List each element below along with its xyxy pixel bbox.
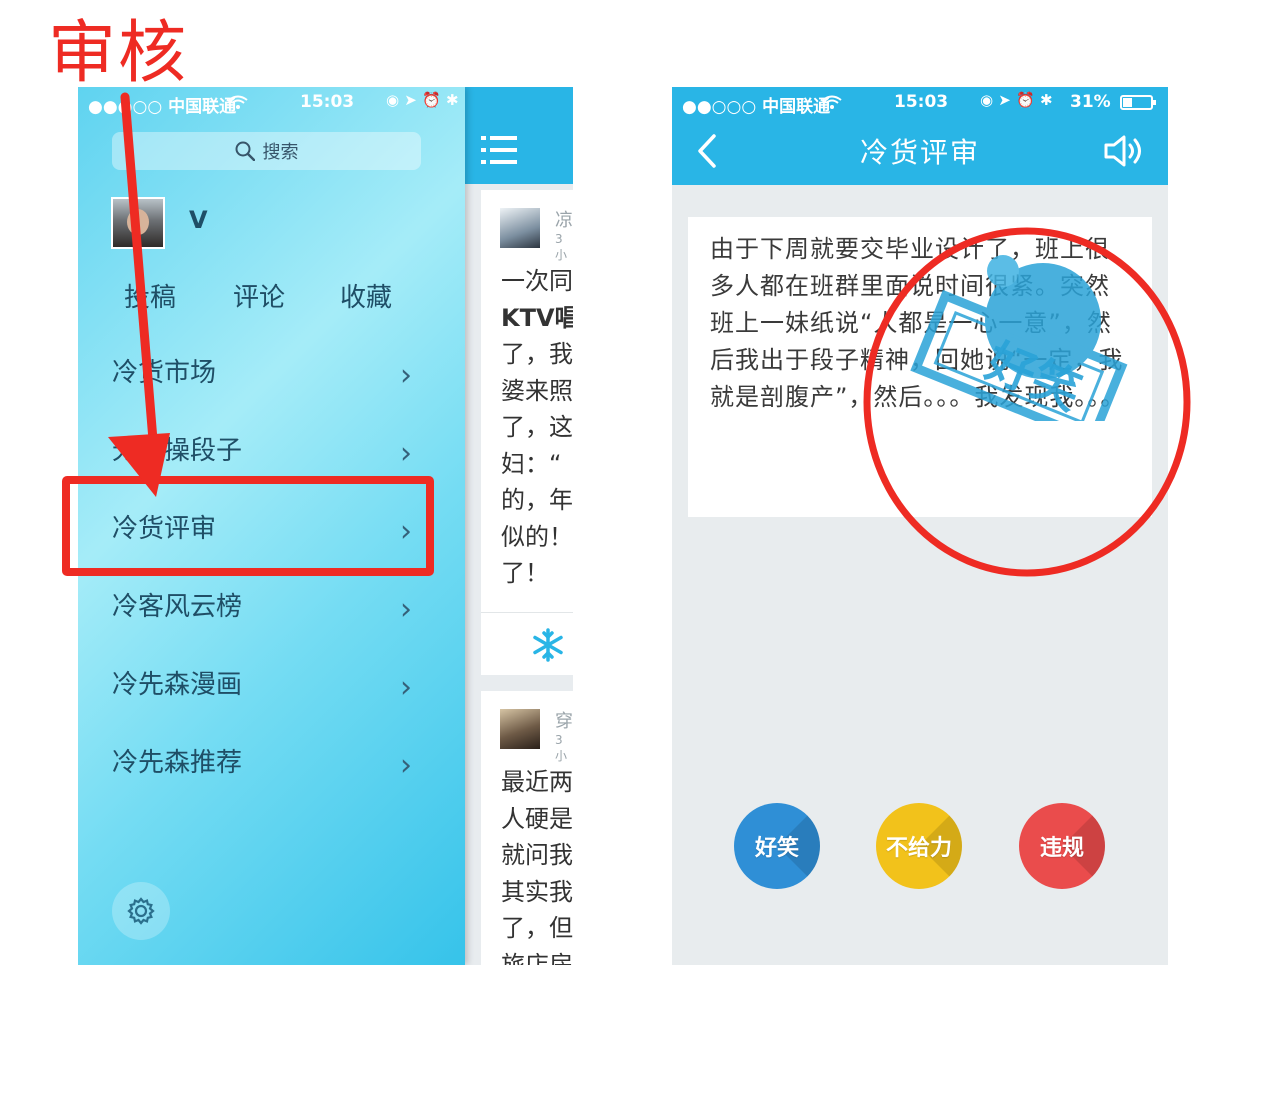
feed-line: 婆来照 [501,376,573,405]
menu-item-label: 冷先森漫画 [112,670,243,700]
menu-item-label: 无节操段子 [112,436,243,466]
stat-comments[interactable]: 评论 [233,277,285,314]
feed-line: 了，我 [501,340,573,368]
avatar[interactable] [111,197,165,249]
menu-item-comics[interactable]: 冷先森漫画 › [112,664,412,724]
menu-list-icon[interactable] [481,134,517,166]
chevron-right-icon: › [400,670,412,705]
stat-submissions[interactable]: 投稿 [124,277,176,314]
status-carrier: ●●○○○ 中国联通 [682,97,831,117]
violation-button[interactable]: 违规 [1019,803,1105,889]
menu-item-leaderboard[interactable]: 冷客风云榜 › [112,586,412,646]
feed-time: 3小 [555,733,568,763]
feed-time: 3小 [555,232,568,262]
violation-button-label: 违规 [1039,836,1084,861]
status-battery-text: 31% [1070,92,1111,112]
feed-line: 了，这 [501,413,573,441]
status-time: 15:03 [894,92,949,112]
chevron-right-icon: › [400,592,412,627]
menu-item-label: 冷先森推荐 [112,748,243,778]
feed-divider [481,612,573,613]
speaker-icon[interactable] [1103,134,1147,168]
search-bar[interactable]: 搜索 [112,132,421,170]
menu-item-cold-market[interactable]: 冷货市场 › [112,352,412,412]
feed-line: 妇：“ [501,449,562,478]
gear-icon [127,897,155,925]
wifi-icon [822,95,842,109]
status-icons: ◉ ➤ ⏰ ✱ [980,91,1053,109]
user-name[interactable]: V [189,206,208,234]
status-carrier: ●●●○○ 中国联通 [88,97,237,117]
status-time: 15:03 [300,92,355,112]
search-placeholder: 搜索 [262,142,299,163]
annotation-title: 审核 [48,14,189,93]
feed-line: 了！ [501,559,549,587]
feed-avatar[interactable] [500,709,540,749]
feed-line: 一次同 [501,267,573,295]
feed-line: 其实我 [501,877,573,906]
wifi-icon [228,95,248,109]
feed-line: 似的！ [501,522,573,551]
status-battery-fragment [551,87,573,109]
page-title: 冷货评审 [859,136,980,169]
funny-button[interactable]: 好笑 [734,803,820,889]
feed-line: 最近两 [501,768,573,796]
feed-card[interactable]: 穿 3小 最近两 人硬是 就问我 其实我 了，但 旅店房 [481,691,573,965]
feed-avatar[interactable] [500,208,540,248]
menu-item-recommend[interactable]: 冷先森推荐 › [112,742,412,802]
feed-line: 人硬是 [501,804,573,833]
settings-button[interactable] [112,882,170,940]
stat-favorites[interactable]: 收藏 [340,277,392,314]
feed-card[interactable]: 凉 3小 一次同 KTV唱 了，我 婆来照 了，这 妇：“ 的，年 似的！ 了！ [481,190,573,675]
feed-author: 凉 [555,210,573,231]
chevron-right-icon: › [400,748,412,783]
not-funny-button-label: 不给力 [885,836,952,861]
chevron-right-icon: › [400,436,412,471]
menu-item-label: 冷货市场 [112,358,217,388]
menu-item-label: 冷客风云榜 [112,592,243,622]
feed-line: 的，年 [501,486,573,514]
nav-bar: ●●○○○ 中国联通 15:03 ◉ ➤ ⏰ ✱ 31% 冷货评审 [672,87,1168,185]
battery-icon [1120,95,1156,110]
feed-line: 就问我 [501,841,573,869]
feed-line: 了，但 [501,914,573,942]
feed-text: 一次同 KTV唱 了，我 婆来照 了，这 妇：“ 的，年 似的！ 了！ [501,263,573,592]
feed-line: 旅店房 [501,950,573,966]
feed-line: KTV唱 [501,303,573,332]
status-icons: ◉ ➤ ⏰ ✱ [386,91,459,109]
search-icon [235,141,255,161]
feed-text: 最近两 人硬是 就问我 其实我 了，但 旅店房 [501,764,573,965]
feed-author: 穿 [555,711,573,732]
chevron-right-icon: › [400,358,412,393]
snowflake-icon[interactable] [531,628,565,662]
funny-button-label: 好笑 [754,836,799,861]
not-funny-button[interactable]: 不给力 [876,803,962,889]
annotation-circle [863,227,1191,577]
annotation-highlight-box [62,476,434,576]
